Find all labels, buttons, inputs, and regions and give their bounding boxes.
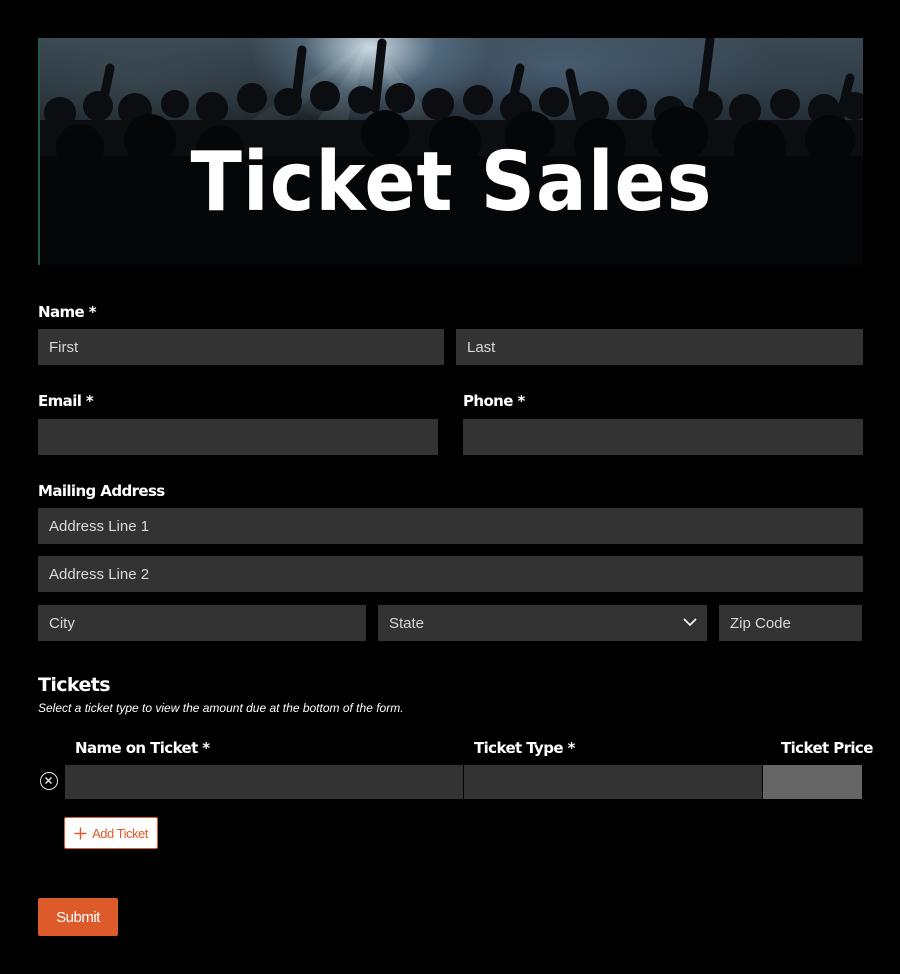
name-on-ticket-input[interactable] [65,765,463,799]
ticket-price-field [763,765,862,799]
remove-ticket-button[interactable] [40,772,58,790]
chevron-down-icon [683,618,697,627]
address-line2-placeholder: Address Line 2 [49,565,150,583]
address-line1-placeholder: Address Line 1 [49,517,150,535]
address-line2-input[interactable]: Address Line 2 [38,556,863,592]
add-ticket-button[interactable]: Add Ticket [64,817,158,849]
last-name-placeholder: Last [467,338,496,356]
first-name-placeholder: First [49,338,79,356]
submit-label: Submit [56,908,100,926]
state-select[interactable]: State [378,605,707,641]
state-placeholder: State [389,614,425,632]
tickets-title: Tickets [38,674,111,696]
mailing-address-label: Mailing Address [38,482,165,500]
first-name-input[interactable]: First [38,329,444,365]
column-ticket-type: Ticket Type * [474,739,575,757]
banner-title: Ticket Sales [190,135,713,230]
plus-icon [74,827,87,839]
email-input[interactable] [38,419,438,455]
phone-input[interactable] [463,419,863,455]
ticket-sales-form: Ticket Sales Name * First Last Email * P… [0,0,900,974]
city-placeholder: City [49,614,75,632]
address-line1-input[interactable]: Address Line 1 [38,508,863,544]
email-label: Email * [38,392,94,410]
phone-label: Phone * [463,392,525,410]
ticket-type-select[interactable] [464,765,762,799]
last-name-input[interactable]: Last [456,329,863,365]
zip-code-input[interactable]: Zip Code [719,605,862,641]
circle-x-icon [45,777,52,784]
column-ticket-price: Ticket Price [781,739,873,757]
column-name-on-ticket: Name on Ticket * [75,739,210,757]
add-ticket-label: Add Ticket [92,825,148,841]
city-input[interactable]: City [38,605,366,641]
submit-button[interactable]: Submit [38,898,118,936]
tickets-description: Select a ticket type to view the amount … [38,701,404,715]
banner-image: Ticket Sales [38,38,863,265]
zip-code-placeholder: Zip Code [730,614,791,632]
name-label: Name * [38,303,97,321]
